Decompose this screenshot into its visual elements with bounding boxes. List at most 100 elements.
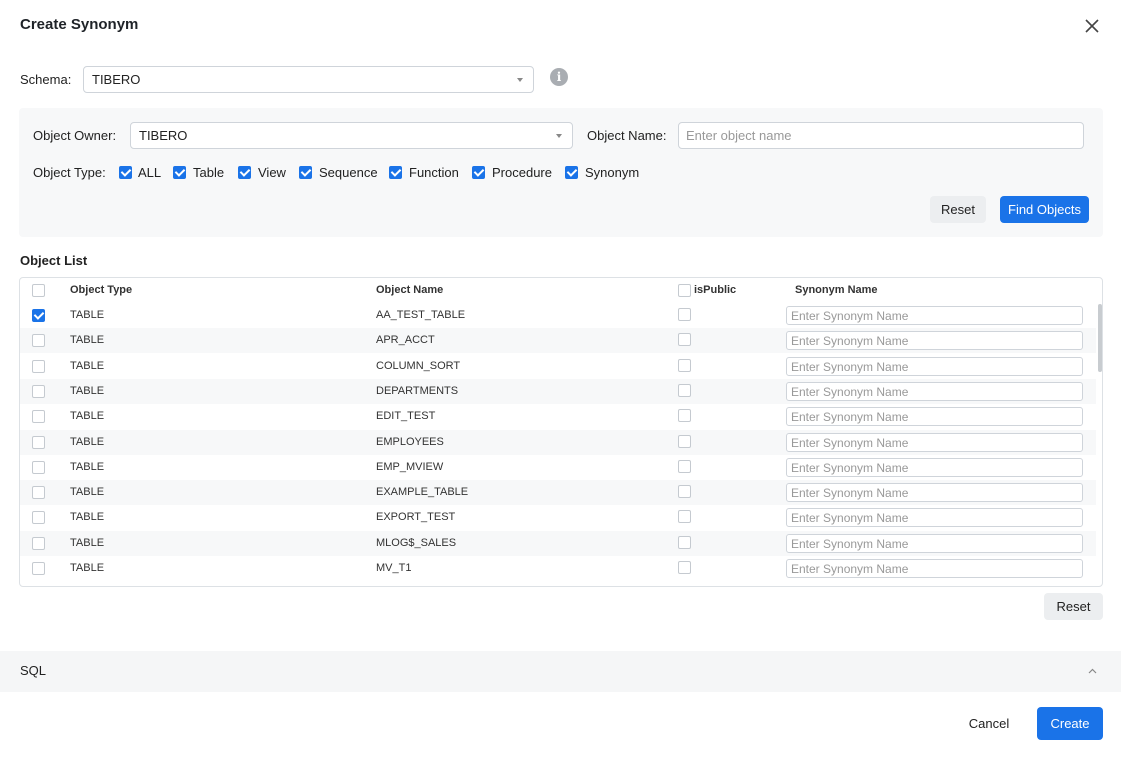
row-object-type: TABLE (70, 309, 105, 321)
row-is-public-checkbox[interactable] (678, 535, 691, 549)
object-name-input[interactable]: Enter object name (678, 122, 1084, 149)
row-select-checkbox[interactable] (32, 536, 45, 550)
grid-scrollbar[interactable] (1098, 304, 1102, 372)
chevron-down-icon (517, 78, 523, 82)
list-reset-button[interactable]: Reset (1044, 593, 1103, 620)
grid-header: Object Type Object Name isPublic Synonym… (20, 278, 1102, 303)
row-select-checkbox[interactable] (32, 511, 45, 525)
row-is-public-checkbox[interactable] (678, 383, 691, 397)
row-is-public-checkbox[interactable] (678, 434, 691, 448)
row-object-name: MLOG$_SALES (376, 536, 457, 549)
row-select-checkbox[interactable] (32, 384, 45, 398)
row-is-public-checkbox[interactable] (678, 308, 691, 321)
chevron-down-icon (556, 134, 562, 138)
row-is-public-checkbox[interactable] (678, 333, 691, 347)
type-all-checkbox[interactable] (119, 166, 132, 179)
row-synonym-input[interactable]: Enter Synonym Name (786, 356, 1083, 376)
row-is-public-checkbox[interactable] (678, 561, 691, 574)
chevron-up-icon[interactable] (1088, 667, 1097, 676)
object-list-grid: Object Type Object Name isPublic Synonym… (19, 277, 1103, 587)
schema-label: Schema: (20, 72, 72, 87)
row-object-name: EMP_MVIEW (376, 460, 444, 473)
row-synonym-input[interactable]: Enter Synonym Name (786, 331, 1083, 351)
table-row[interactable]: TABLE EXPORT_TEST Enter Synonym Name (20, 505, 1096, 530)
type-procedure-checkbox[interactable] (472, 166, 485, 179)
row-object-type: TABLE (70, 511, 105, 524)
search-panel: Object Owner: TIBERO Object Name: Enter … (19, 108, 1103, 237)
type-synonym-label: Synonym (585, 165, 640, 180)
sql-label: SQL (20, 663, 47, 678)
table-row[interactable]: TABLE EMP_MVIEW Enter Synonym Name (20, 455, 1096, 480)
row-is-public-checkbox[interactable] (678, 409, 691, 423)
row-synonym-input[interactable]: Enter Synonym Name (786, 407, 1083, 427)
info-icon[interactable]: i (550, 68, 568, 86)
type-table-checkbox[interactable] (173, 166, 186, 179)
row-select-checkbox[interactable] (32, 309, 45, 322)
type-view-checkbox[interactable] (238, 166, 251, 179)
col-synonym-name[interactable]: Synonym Name (795, 284, 878, 296)
type-view-label: View (258, 165, 286, 180)
row-object-name: EDIT_TEST (376, 410, 436, 423)
object-owner-select[interactable]: TIBERO (130, 122, 573, 149)
row-is-public-checkbox[interactable] (678, 459, 691, 473)
table-row[interactable]: TABLE MLOG$_SALES Enter Synonym Name (20, 530, 1096, 556)
table-row[interactable]: TABLE EXAMPLE_TABLE Enter Synonym Name (20, 480, 1096, 506)
row-synonym-input[interactable]: Enter Synonym Name (786, 381, 1083, 401)
row-is-public-checkbox[interactable] (678, 485, 691, 499)
row-select-checkbox[interactable] (32, 562, 45, 575)
type-function-checkbox[interactable] (389, 166, 402, 179)
type-sequence-checkbox[interactable] (299, 166, 312, 179)
row-synonym-input[interactable]: Enter Synonym Name (786, 508, 1083, 528)
row-synonym-input[interactable]: Enter Synonym Name (786, 432, 1083, 452)
sql-section[interactable]: SQL (0, 651, 1121, 692)
row-is-public-checkbox[interactable] (678, 358, 691, 372)
find-objects-button[interactable]: Find Objects (1000, 196, 1089, 223)
row-synonym-input[interactable]: Enter Synonym Name (786, 533, 1083, 553)
select-all-checkbox[interactable] (32, 284, 45, 297)
row-object-type: TABLE (70, 410, 105, 423)
col-object-name[interactable]: Object Name (376, 284, 443, 296)
table-row[interactable]: TABLE MV_T1 Enter Synonym Name (20, 556, 1096, 581)
cancel-button[interactable]: Cancel (958, 707, 1020, 740)
public-all-checkbox[interactable] (678, 284, 691, 297)
row-object-type: TABLE (70, 562, 105, 574)
row-object-type: TABLE (70, 536, 105, 549)
search-reset-button[interactable]: Reset (930, 196, 986, 223)
object-list-title: Object List (20, 253, 88, 268)
row-synonym-input[interactable]: Enter Synonym Name (786, 306, 1083, 325)
row-synonym-input[interactable]: Enter Synonym Name (786, 483, 1083, 503)
table-row[interactable]: TABLE AA_TEST_TABLE Enter Synonym Name (20, 303, 1096, 328)
dialog-title: Create Synonym (20, 16, 139, 33)
type-sequence-label: Sequence (319, 165, 378, 180)
row-object-type: TABLE (70, 486, 105, 499)
type-synonym-checkbox[interactable] (565, 166, 578, 179)
row-select-checkbox[interactable] (32, 435, 45, 449)
schema-select[interactable]: TIBERO (83, 66, 534, 93)
row-synonym-input[interactable]: Enter Synonym Name (786, 457, 1083, 477)
row-select-checkbox[interactable] (32, 410, 45, 424)
object-type-label: Object Type: (33, 165, 106, 180)
row-select-checkbox[interactable] (32, 460, 45, 474)
col-object-type[interactable]: Object Type (70, 284, 132, 296)
type-function-label: Function (409, 165, 459, 180)
row-object-name: AA_TEST_TABLE (376, 309, 466, 321)
row-select-checkbox[interactable] (32, 486, 45, 500)
row-object-name: EMPLOYEES (376, 435, 444, 448)
col-is-public[interactable]: isPublic (694, 284, 736, 296)
close-icon[interactable] (1083, 17, 1101, 35)
row-is-public-checkbox[interactable] (678, 510, 691, 524)
create-button[interactable]: Create (1037, 707, 1103, 740)
table-row[interactable]: TABLE COLUMN_SORT Enter Synonym Name (20, 354, 1096, 379)
row-select-checkbox[interactable] (32, 334, 45, 348)
row-synonym-input[interactable]: Enter Synonym Name (786, 559, 1083, 578)
table-row[interactable]: TABLE EDIT_TEST Enter Synonym Name (20, 404, 1096, 429)
row-object-name: EXAMPLE_TABLE (376, 486, 469, 499)
row-object-name: COLUMN_SORT (376, 359, 461, 372)
table-row[interactable]: TABLE APR_ACCT Enter Synonym Name (20, 328, 1096, 354)
row-object-type: TABLE (70, 460, 105, 473)
table-row[interactable]: TABLE DEPARTMENTS Enter Synonym Name (20, 378, 1096, 404)
object-owner-label: Object Owner: (33, 128, 117, 143)
row-select-checkbox[interactable] (32, 359, 45, 373)
table-row[interactable]: TABLE EMPLOYEES Enter Synonym Name (20, 429, 1096, 455)
row-object-name: DEPARTMENTS (376, 384, 459, 397)
